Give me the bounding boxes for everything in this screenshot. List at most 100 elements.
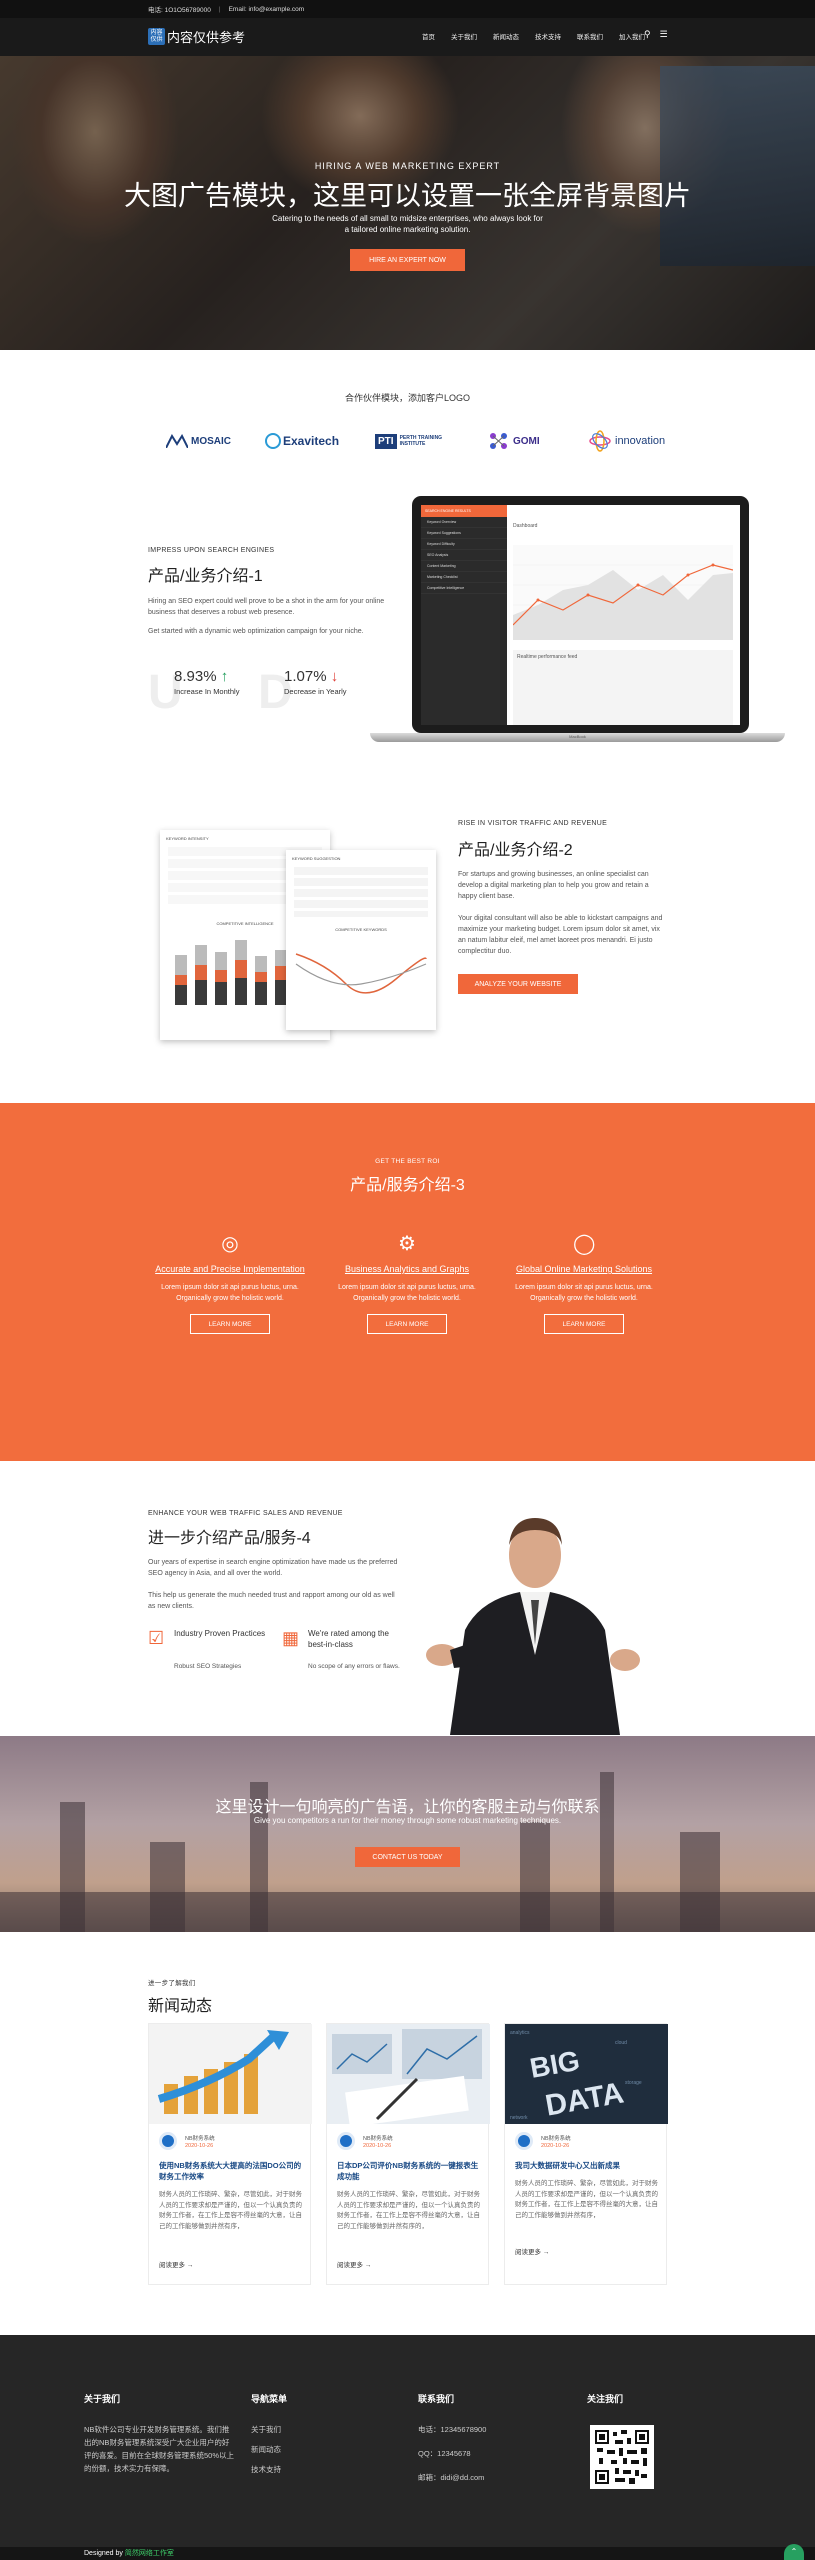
site-logo[interactable]: 内容 仅供 内容仅供参考	[148, 27, 245, 46]
section-body: For startups and growing businesses, an …	[458, 871, 649, 900]
section-title: 产品/业务介绍-1	[148, 568, 263, 585]
email-text[interactable]: Email: info@example.com	[229, 6, 305, 13]
stat-label: Decrease in Yearly	[284, 687, 347, 696]
partner-logo-exavitech[interactable]: Exavitech	[265, 430, 339, 452]
section-title: 进一步介绍产品/服务-4	[148, 1530, 311, 1547]
author-avatar	[159, 2132, 177, 2150]
dashboard-menu-item: Keyword Suggestions	[421, 528, 507, 539]
footer-about: 关于我们 NB软件公司专业开发财务管理系统。我们推出的NB财务管理系统深受广大企…	[84, 2392, 234, 2475]
section-title: 新闻动态	[148, 1998, 213, 2015]
copyright-bar: Designed by 简然网络工作室	[0, 2547, 815, 2560]
cta-title: 这里设计一句响亮的广告语，让你的客服主动与你联系	[215, 1799, 600, 1816]
chevron-up-icon: ⌃	[790, 2547, 798, 2556]
learn-more-button[interactable]: LEARN MORE	[544, 1314, 624, 1334]
designer-link[interactable]: 简然网络工作室	[125, 2550, 174, 2557]
nav-item-support[interactable]: 技术支持	[535, 31, 561, 41]
footer-link-support[interactable]: 技术支持	[251, 2463, 287, 2476]
nav-item-contact[interactable]: 联系我们	[577, 31, 603, 41]
learn-more-button[interactable]: LEARN MORE	[190, 1314, 270, 1334]
news-source: NB财务系统	[541, 2136, 571, 2142]
partner-logo-gomi[interactable]: GOMI	[488, 430, 540, 452]
feature-desc: Robust SEO Strategies	[174, 1663, 242, 1670]
news-date: 2020-10-26	[541, 2143, 570, 2149]
nav-item-home[interactable]: 首页	[422, 31, 435, 41]
section-title: 产品/业务介绍-2	[458, 842, 573, 859]
news-excerpt: 财务人员的工作琐碎、繁杂，尽管如此，对于财务人员的工作要求却是严谨的，但以一个认…	[159, 2191, 302, 2230]
footer: 关于我们 NB软件公司专业开发财务管理系统。我们推出的NB财务管理系统深受广大企…	[0, 2335, 815, 2547]
mosaic-logo-icon	[166, 434, 188, 448]
service-description: Lorem ipsum dolor sit api purus luctus, …	[515, 1284, 653, 1302]
section-title: 产品/服务介绍-3	[350, 1177, 465, 1194]
learn-more-button[interactable]: LEARN MORE	[367, 1314, 447, 1334]
news-image: BIG DATA analyticscloudstoragenetwork	[505, 2024, 668, 2124]
service-title-link[interactable]: Global Online Marketing Solutions	[509, 1263, 659, 1275]
gomi-logo-icon	[490, 433, 507, 449]
news-date: 2020-10-26	[185, 2143, 214, 2149]
author-avatar	[337, 2132, 355, 2150]
partners-title: 合作伙伴模块，添加客户LOGO	[344, 393, 470, 403]
qr-code-image	[590, 2425, 654, 2489]
news-title[interactable]: 日本DP公司评价NB财务系统的一键报表生成功能	[337, 2160, 482, 2182]
read-more-link[interactable]: 阅读更多 →	[159, 2259, 193, 2269]
news-date: 2020-10-26	[363, 2143, 392, 2149]
read-more-link[interactable]: 阅读更多 →	[515, 2246, 549, 2256]
partner-logo-perth[interactable]: PTI PERTH TRAINING INSTITUTE	[375, 430, 450, 452]
nav-item-news[interactable]: 新闻动态	[493, 31, 519, 41]
checklist-icon: ☑	[148, 1628, 165, 1648]
search-icon[interactable]: ⚲	[644, 29, 651, 40]
cta-subtitle: Give you competitors a run for their mon…	[253, 1816, 562, 1825]
globe-icon: ◯	[573, 1233, 596, 1255]
footer-follow: 关注我们	[587, 2392, 623, 2423]
back-to-top-button[interactable]: ⌃	[784, 2544, 804, 2560]
service-title-link[interactable]: Accurate and Precise Implementation	[155, 1263, 305, 1275]
news-image	[149, 2024, 312, 2124]
news-source: NB财务系统	[185, 2136, 215, 2142]
dashboard-menu-item: Keyword Overview	[421, 517, 507, 528]
phone-text: 电话: 1O1O56789000	[148, 7, 211, 14]
partner-logo-innovation[interactable]: innovation	[588, 430, 665, 452]
news-card[interactable]: NB财务系统 2020-10-26 日本DP公司评价NB财务系统的一键报表生成功…	[326, 2023, 490, 2285]
read-more-link[interactable]: 阅读更多 →	[337, 2259, 371, 2269]
section-kicker: IMPRESS UPON SEARCH ENGINES	[148, 547, 275, 554]
menu-icon[interactable]: ☰	[660, 29, 668, 40]
footer-email[interactable]: 邮箱：didi@dd.com	[418, 2471, 486, 2484]
stat-label: Increase In Monthly	[174, 687, 240, 696]
news-title[interactable]: 使用NB财务系统大大提高的法国DO公司的财务工作效率	[159, 2160, 304, 2182]
news-card[interactable]: NB财务系统 2020-10-26 使用NB财务系统大大提高的法国DO公司的财务…	[148, 2023, 312, 2285]
section-body: Our years of expertise in search engine …	[148, 1559, 398, 1577]
service-title-link[interactable]: Business Analytics and Graphs	[332, 1263, 482, 1275]
svg-text:cloud: cloud	[615, 2040, 627, 2046]
dashboard-header: SEARCH ENGINE RESULTS	[421, 505, 507, 517]
main-nav: 首页 关于我们 新闻动态 技术支持 联系我们 加入我们	[422, 31, 645, 41]
line-chart-graphic	[295, 953, 427, 994]
footer-nav: 导航菜单 关于我们 新闻动态 技术支持	[251, 2392, 287, 2476]
pti-logo-icon: PTI	[375, 433, 397, 449]
service-description: Lorem ipsum dolor sit api purus luctus, …	[161, 1284, 299, 1302]
stat-value: 1.07% ↓	[284, 668, 339, 685]
footer-heading: 联系我们	[418, 2394, 455, 2404]
dashboard-menu-item: Marketing Checklist	[421, 572, 507, 583]
dashboard-title: Dashboard	[513, 523, 538, 529]
author-avatar	[515, 2132, 533, 2150]
footer-link-about[interactable]: 关于我们	[251, 2423, 287, 2436]
partner-logo-mosaic[interactable]: MOSAIC	[166, 430, 231, 452]
section-body: Your digital consultant will also be abl…	[458, 915, 663, 955]
service-item: ⚙ Business Analytics and Graphs Lorem ip…	[332, 1233, 482, 1334]
section-kicker: ENHANCE YOUR WEB TRAFFIC SALES AND REVEN…	[148, 1510, 343, 1517]
logo-text: 内容仅供参考	[167, 30, 246, 45]
navbar: 内容 仅供 内容仅供参考 首页 关于我们 新闻动态 技术支持 联系我们 加入我们 …	[0, 18, 815, 56]
nav-item-join[interactable]: 加入我们	[619, 31, 645, 41]
feature-title: We're rated among the best-in-class	[308, 1629, 389, 1649]
services-section: GET THE BEST ROI 产品/服务介绍-3 ◎ Accurate an…	[0, 1103, 815, 1461]
dashboard-menu-item: SEO Analysis	[421, 550, 507, 561]
nav-item-about[interactable]: 关于我们	[451, 31, 477, 41]
news-title[interactable]: 我司大数据研发中心又出新成果	[515, 2160, 660, 2171]
hire-expert-button[interactable]: HIRE AN EXPERT NOW	[350, 249, 465, 271]
news-excerpt: 财务人员的工作琐碎、繁杂，尽管如此，对于财务人员的工作要求却是严谨的，但以一个认…	[515, 2180, 658, 2219]
footer-about-text: NB软件公司专业开发财务管理系统。我们推出的NB财务管理系统深受广大企业用户的好…	[84, 2425, 235, 2473]
analyze-website-button[interactable]: ANALYZE YOUR WEBSITE	[458, 974, 578, 994]
news-card[interactable]: BIG DATA analytics cloud storage network NB…	[504, 2023, 668, 2285]
contact-us-button[interactable]: CONTACT US TODAY	[355, 1847, 460, 1867]
footer-link-news[interactable]: 新闻动态	[251, 2443, 287, 2456]
presenter-image	[426, 1518, 640, 1735]
